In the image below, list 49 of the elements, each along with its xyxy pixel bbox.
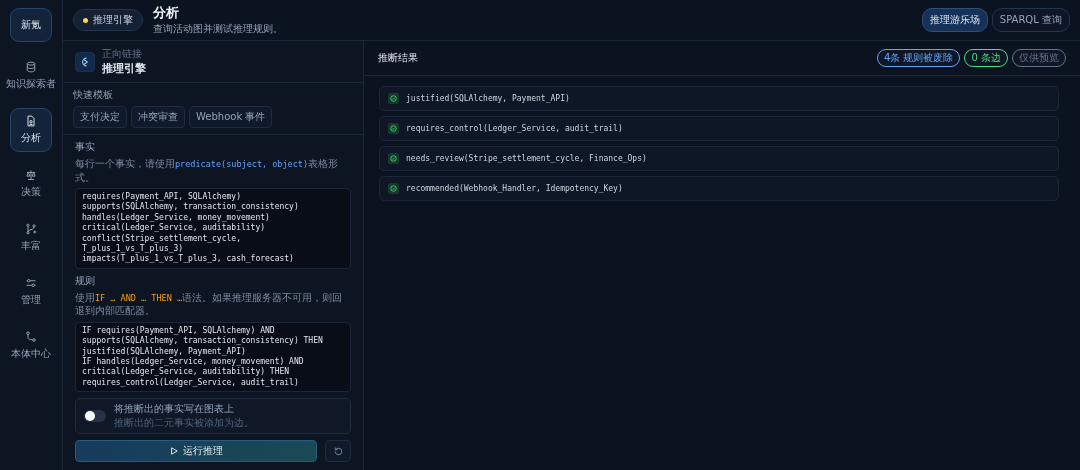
results-title: 推断结果 [378,51,418,65]
branch-icon [25,223,37,235]
rules-label: 规则 [75,273,96,288]
page-title: 分析 [153,4,180,22]
sidebar-item[interactable]: 知识探索者 [2,54,60,98]
template-button[interactable]: 冲突审查 [131,106,185,128]
rules-field[interactable]: IF requires(Payment_API, SQLAlchemy) AND supports(SQLAlchemy, transaction_consistency) THEN justified(SQLAlchemy, Payment_API) IF handles(Ledger_Service, money_movement) AND critical(Ledger_Service, auditability) THEN requires_control(Ledger_Service, audit_trail) [75,321,351,393]
run-button[interactable]: 运行推理 [75,440,317,463]
sliders-icon [25,277,37,289]
facts-hint: 每行一个事实，请使用predicate(subject, object)表格形式。 [75,157,340,184]
sidebar-item[interactable]: 本体中心 [2,324,60,368]
database-icon [25,61,37,73]
reset-icon [332,445,344,457]
logo-button[interactable]: 新氪 [10,8,52,42]
inferred-fact: justified(SQLAlchemy, Payment_API) [406,94,570,103]
check-icon [388,123,399,134]
templates-label: 快速模板 [73,88,114,102]
toggle-switch[interactable] [84,410,106,423]
engine-badge: 推理引擎 [73,9,143,31]
tab[interactable]: SPARQL 查询 [991,8,1070,32]
rules-hint: 使用 IF … AND … THEN …语法。如果推理服务器不可用，则回退到内部匹配器。 [75,290,343,318]
scale-icon [25,169,37,181]
template-button[interactable]: Webhook 事件 [189,106,273,128]
status-badge: 仅供预览 [1012,49,1066,67]
document-icon [25,115,37,127]
inferred-fact: needs_review(Stripe_settlement_cycle, Finance_Ops) [406,154,647,163]
tab[interactable]: 推理游乐场 [921,8,988,32]
sidebar-item[interactable]: 分析 [10,108,52,152]
facts-field[interactable]: requires(Payment_API, SQLAlchemy) supports(SQLAlchemy, transaction_consistency) handles(Ledger_Service, money_movement) critical(Ledger_Service, auditability) conflict(Stripe_settlement_cycle, T_plus_1_vs_T_plus_3) impacts(T_plus_1_vs_T_plus_3, cash_forecast) [75,188,351,269]
facts-label: 事实 [75,140,96,154]
toggle-title: 将推断出的事实写在图表上 [114,402,235,417]
play-icon [169,447,178,456]
engine-eyebrow: 正向链接 [102,47,143,61]
graph-icon [25,331,37,343]
sidebar-item[interactable]: 丰富 [2,216,60,260]
status-badge: 4条 规则被废除 [876,49,961,67]
reset-button[interactable] [325,440,351,463]
sidebar-item[interactable]: 管理 [2,270,60,314]
engine-title: 推理引擎 [102,61,146,76]
inferred-fact: recommended(Webhook_Handler, Idempotency_Key) [406,184,623,193]
check-icon [388,153,399,164]
status-badge: 0 条边 [964,49,1008,67]
engine-icon [75,51,95,72]
page-subtitle: 查询活动图并测试推理规则。 [153,22,283,36]
template-button[interactable]: 支付决定 [73,106,127,128]
check-icon [388,93,399,104]
inferred-fact: requires_control(Ledger_Service, audit_trail) [406,124,623,133]
sidebar-item[interactable]: 决策 [2,162,60,206]
check-icon [388,183,399,194]
